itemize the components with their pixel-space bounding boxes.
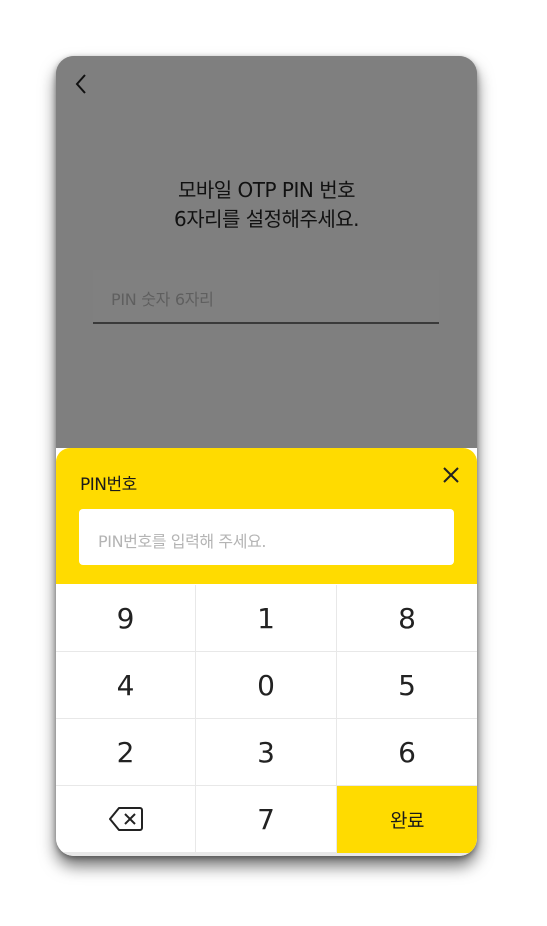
close-icon xyxy=(443,467,459,483)
page-title: 모바일 OTP PIN 번호 6자리를 설정해주세요. xyxy=(56,176,477,234)
key-9[interactable]: 9 xyxy=(56,585,196,652)
key-2[interactable]: 2 xyxy=(56,719,196,786)
backspace-icon xyxy=(108,807,143,831)
key-5[interactable]: 5 xyxy=(337,652,477,719)
phone-frame: 모바일 OTP PIN 번호 6자리를 설정해주세요. PIN 숫자 6자리 P… xyxy=(56,56,477,856)
done-button[interactable]: 완료 xyxy=(337,786,477,853)
sheet-header: PIN번호 PIN번호를 입력해 주세요. xyxy=(56,448,477,584)
pin-input[interactable]: PIN번호를 입력해 주세요. xyxy=(79,509,454,565)
key-6[interactable]: 6 xyxy=(337,719,477,786)
close-button[interactable] xyxy=(438,462,464,488)
key-1[interactable]: 1 xyxy=(196,585,337,652)
backspace-button[interactable] xyxy=(56,786,196,853)
pin-keypad-sheet: PIN번호 PIN번호를 입력해 주세요. 9 1 8 4 0 5 2 3 6 xyxy=(56,448,477,856)
sheet-title: PIN번호 xyxy=(80,475,137,495)
otp-setup-screen: 모바일 OTP PIN 번호 6자리를 설정해주세요. PIN 숫자 6자리 xyxy=(56,56,477,448)
chevron-left-icon xyxy=(75,74,86,94)
key-0[interactable]: 0 xyxy=(196,652,337,719)
pin-digits-field[interactable]: PIN 숫자 6자리 xyxy=(93,270,439,324)
key-8[interactable]: 8 xyxy=(337,585,477,652)
number-keypad: 9 1 8 4 0 5 2 3 6 7 완료 xyxy=(56,585,477,856)
pin-digits-placeholder: PIN 숫자 6자리 xyxy=(111,290,214,309)
pin-input-placeholder: PIN번호를 입력해 주세요. xyxy=(98,532,267,551)
key-3[interactable]: 3 xyxy=(196,719,337,786)
title-line-1: 모바일 OTP PIN 번호 xyxy=(177,178,356,202)
key-4[interactable]: 4 xyxy=(56,652,196,719)
title-line-2: 6자리를 설정해주세요. xyxy=(173,207,360,231)
key-7[interactable]: 7 xyxy=(196,786,337,853)
back-button[interactable] xyxy=(70,70,92,98)
